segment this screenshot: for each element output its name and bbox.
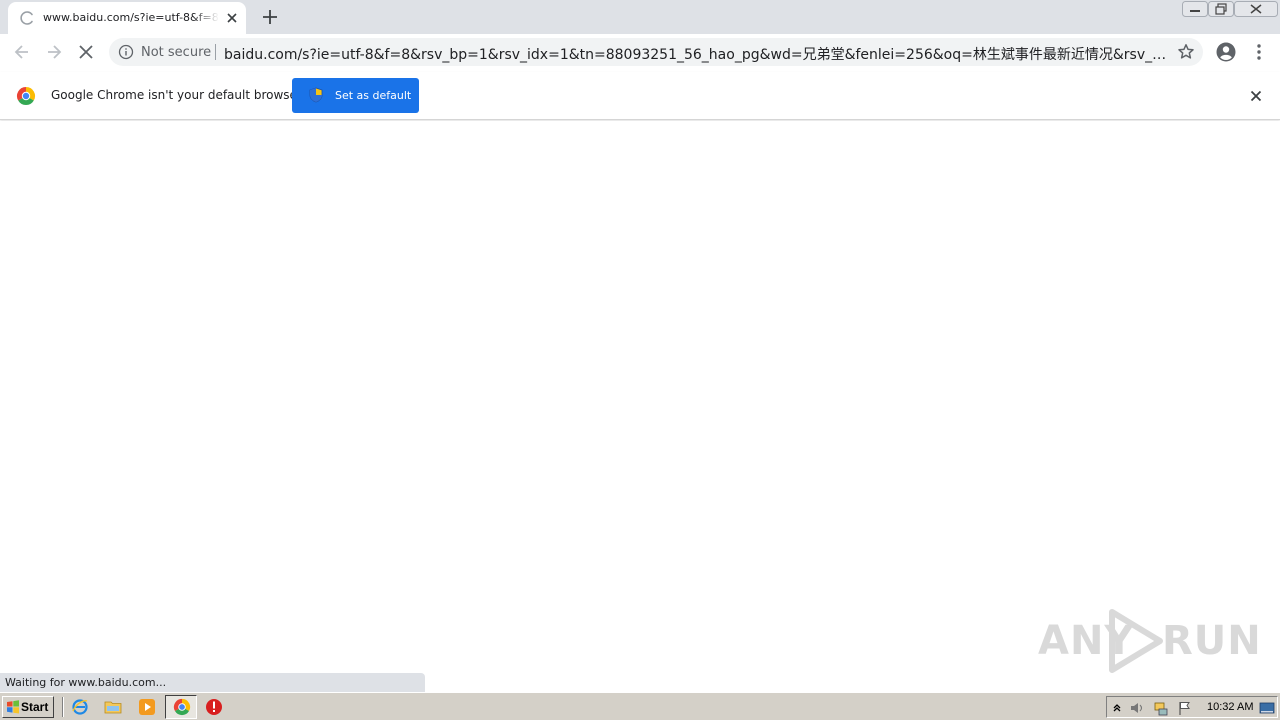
taskbar-clock[interactable]: 10:32 AM — [1207, 701, 1253, 713]
show-hidden-icons-icon[interactable] — [1109, 700, 1125, 716]
chrome-taskbar-button[interactable] — [165, 695, 197, 719]
default-browser-infobar: Google Chrome isn't your default browser… — [0, 72, 1280, 120]
uac-shield-icon — [309, 87, 323, 103]
omnibox-divider — [215, 44, 216, 60]
windows-taskbar: Start 10:32 AM — [0, 692, 1280, 720]
action-center-flag-icon[interactable] — [1177, 700, 1193, 716]
security-status-label[interactable]: Not secure — [141, 45, 211, 60]
anyrun-watermark: ANY RUN — [1036, 606, 1261, 674]
file-explorer-icon[interactable] — [104, 698, 122, 716]
internet-explorer-icon[interactable] — [71, 698, 89, 716]
set-as-default-label: Set as default — [335, 89, 412, 102]
status-bubble: Waiting for www.baidu.com... — [0, 673, 425, 692]
system-tray: 10:32 AM — [1106, 696, 1278, 718]
chrome-logo-icon — [16, 87, 36, 106]
info-icon[interactable] — [118, 44, 134, 60]
volume-icon[interactable] — [1129, 700, 1145, 716]
url-text[interactable]: baidu.com/s?ie=utf-8&f=8&rsv_bp=1&rsv_id… — [224, 44, 1169, 64]
address-bar[interactable]: Not secure baidu.com/s?ie=utf-8&f=8&rsv_… — [109, 38, 1203, 66]
start-button[interactable]: Start — [2, 696, 54, 718]
window-controls — [1182, 1, 1280, 17]
taskbar-separator — [62, 697, 64, 717]
menu-kebab-icon[interactable] — [1249, 42, 1269, 62]
minimize-icon[interactable] — [1182, 1, 1208, 17]
show-desktop-icon[interactable] — [1259, 700, 1275, 716]
chrome-taskbar-icon — [173, 698, 191, 716]
windows-flag-icon — [7, 700, 19, 714]
active-tab[interactable]: www.baidu.com/s?ie=utf-8&f=8&rsv_bp=1&rs… — [8, 2, 246, 34]
start-label: Start — [21, 700, 49, 714]
watermark-play-icon — [1109, 609, 1163, 673]
tab-strip: www.baidu.com/s?ie=utf-8&f=8&rsv_bp=1&rs… — [0, 0, 1280, 34]
set-as-default-button[interactable]: Set as default — [292, 78, 419, 113]
alert-app-icon[interactable] — [205, 698, 223, 716]
close-window-icon[interactable] — [1234, 1, 1278, 17]
watermark-text-right: RUN — [1162, 618, 1262, 664]
tab-title: www.baidu.com/s?ie=utf-8&f=8&rsv_bp=1&rs… — [43, 11, 219, 24]
tab-close-icon[interactable] — [224, 10, 240, 26]
profile-avatar-icon[interactable] — [1216, 42, 1236, 62]
media-player-icon[interactable] — [138, 698, 156, 716]
forward-arrow-icon[interactable] — [44, 42, 64, 62]
browser-toolbar: Not secure baidu.com/s?ie=utf-8&f=8&rsv_… — [0, 34, 1280, 72]
restore-icon[interactable] — [1208, 1, 1234, 17]
infobar-message: Google Chrome isn't your default browser — [51, 88, 302, 102]
new-tab-icon[interactable] — [260, 7, 280, 27]
back-arrow-icon[interactable] — [12, 42, 32, 62]
loading-spinner-icon — [20, 11, 33, 25]
stop-loading-icon[interactable] — [76, 42, 96, 62]
infobar-close-icon[interactable] — [1248, 88, 1264, 104]
bookmark-star-icon[interactable] — [1176, 42, 1196, 62]
network-icon[interactable] — [1153, 700, 1169, 716]
